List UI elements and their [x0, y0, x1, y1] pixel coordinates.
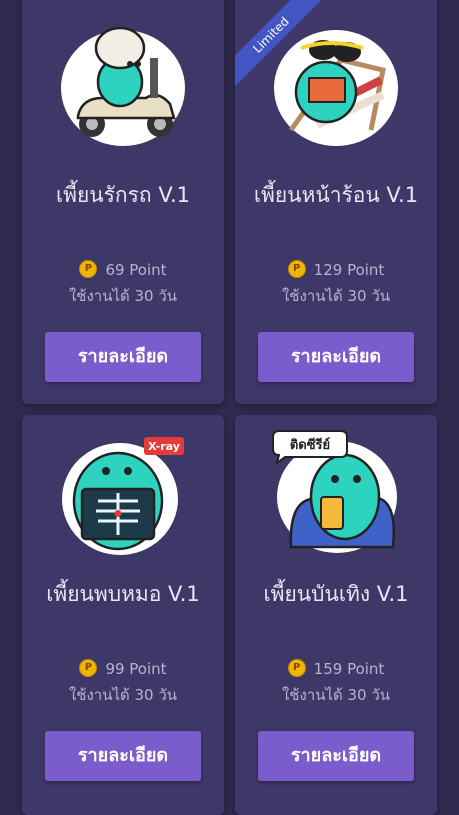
point-coin-icon: P	[287, 259, 306, 278]
details-button[interactable]: รายละเอียด	[45, 731, 201, 781]
price-text: 159 Point	[313, 660, 385, 678]
sticker-card[interactable]: X-ray เพี้ยนพบหมอ V.1 P 99 Point ใช้งานได…	[22, 415, 224, 815]
sticker-name: เพี้ยนรักรถ V.1	[55, 183, 191, 207]
point-coin-icon: P	[287, 658, 306, 677]
price: P 69 Point	[22, 259, 224, 280]
price: P 99 Point	[22, 658, 224, 679]
sticker-card[interactable]: Limited เพี้ยนหน้าร้อน V.1 P 129 Point ใช…	[235, 0, 437, 404]
phone-dino-sticker-icon: ติดซีรีย์	[272, 430, 397, 553]
sticker-name: เพี้ยนหน้าร้อน V.1	[253, 183, 419, 207]
details-button[interactable]: รายละเอียด	[45, 332, 201, 382]
point-coin-icon: P	[79, 259, 98, 278]
duration-text: ใช้งานได้ 30 วัน	[68, 686, 178, 704]
point-coin-icon: P	[79, 658, 98, 677]
sticker-card[interactable]: ติดซีรีย์ เพี้ยนบันเทิง V.1 P 159 Point ใ…	[235, 415, 437, 815]
price: P 159 Point	[235, 658, 437, 679]
sticker-grid: เพี้ยนรักรถ V.1 P 69 Point ใช้งานได้ 30 ว…	[0, 0, 459, 815]
details-button[interactable]: รายละเอียด	[258, 731, 414, 781]
price-text: 69 Point	[105, 261, 167, 279]
beach-chair-dino-sticker-icon	[274, 30, 398, 146]
duration-text: ใช้งานได้ 30 วัน	[68, 287, 178, 305]
sticker-card[interactable]: เพี้ยนรักรถ V.1 P 69 Point ใช้งานได้ 30 ว…	[22, 0, 224, 404]
duration-text: ใช้งานได้ 30 วัน	[281, 287, 391, 305]
speech-label: ติดซีรีย์	[290, 437, 330, 453]
sticker-name: เพี้ยนบันเทิง V.1	[263, 582, 409, 606]
sticker-name: เพี้ยนพบหมอ V.1	[46, 582, 200, 606]
details-button[interactable]: รายละเอียด	[258, 332, 414, 382]
xray-label: X-ray	[148, 440, 180, 453]
price: P 129 Point	[235, 259, 437, 280]
price-text: 99 Point	[105, 660, 167, 678]
price-text: 129 Point	[313, 261, 385, 279]
xray-dino-sticker-icon: X-ray	[62, 437, 184, 555]
duration-text: ใช้งานได้ 30 วัน	[281, 686, 391, 704]
scooter-dino-sticker-icon	[61, 26, 185, 146]
